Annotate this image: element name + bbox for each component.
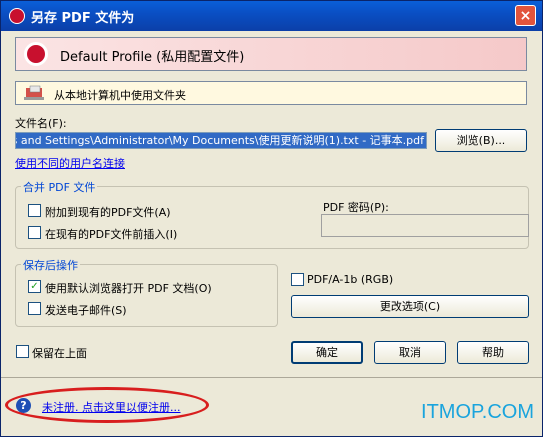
pdfa-checkbox[interactable]: [291, 273, 304, 286]
insert-before-checkbox[interactable]: [28, 226, 41, 239]
change-options-button[interactable]: 更改选项(C): [291, 295, 529, 318]
filename-label: 文件名(F):: [15, 117, 67, 130]
append-checkbox[interactable]: [28, 204, 41, 217]
watermark-text: ITMOP.COM: [421, 401, 534, 423]
app-logo-icon: [9, 8, 25, 24]
open-in-browser-label: 使用默认浏览器打开 PDF 文档(O): [45, 282, 212, 295]
different-user-link[interactable]: 使用不同的用户名连接: [15, 155, 125, 171]
filename-value: C:\Documents and Settings\Administrator\…: [16, 134, 424, 147]
browse-button[interactable]: 浏览(B)...: [435, 129, 527, 152]
title-bar: 另存 PDF 文件为 ×: [1, 1, 542, 31]
append-label: 附加到现有的PDF文件(A): [45, 206, 171, 219]
profile-label: Default Profile (私用配置文件): [60, 50, 245, 65]
cancel-button[interactable]: 取消: [374, 341, 446, 364]
send-email-checkbox[interactable]: [28, 302, 41, 315]
open-in-browser-checkbox[interactable]: ✓: [28, 280, 41, 293]
close-button[interactable]: ×: [515, 5, 536, 26]
footer-separator: [1, 377, 542, 378]
insert-before-label: 在现有的PDF文件前插入(I): [45, 228, 178, 241]
save-pdf-dialog: 另存 PDF 文件为 × Default Profile (私用配置文件) 从本…: [0, 0, 543, 437]
profile-selector[interactable]: Default Profile (私用配置文件): [15, 37, 527, 71]
highlight-annotation: [5, 387, 209, 423]
pdfa-label: PDF/A-1b (RGB): [307, 273, 394, 286]
help-button[interactable]: 帮助: [457, 341, 529, 364]
window-title: 另存 PDF 文件为: [31, 11, 135, 26]
profile-logo-icon: [24, 42, 48, 66]
computer-folder-icon: [24, 85, 44, 100]
merge-pdf-group-title: 合并 PDF 文件: [21, 179, 98, 195]
pdf-password-input[interactable]: [321, 214, 529, 237]
filename-input[interactable]: C:\Documents and Settings\Administrator\…: [15, 132, 427, 149]
keep-on-top-checkbox[interactable]: [16, 345, 29, 358]
after-save-group-title: 保存后操作: [21, 257, 80, 273]
pdf-password-label: PDF 密码(P):: [323, 201, 389, 214]
folder-source-label: 从本地计算机中使用文件夹: [54, 89, 186, 102]
folder-source-selector[interactable]: 从本地计算机中使用文件夹: [15, 81, 527, 105]
keep-on-top-label: 保留在上面: [32, 347, 87, 360]
ok-button[interactable]: 确定: [291, 341, 363, 364]
send-email-label: 发送电子邮件(S): [45, 304, 127, 317]
